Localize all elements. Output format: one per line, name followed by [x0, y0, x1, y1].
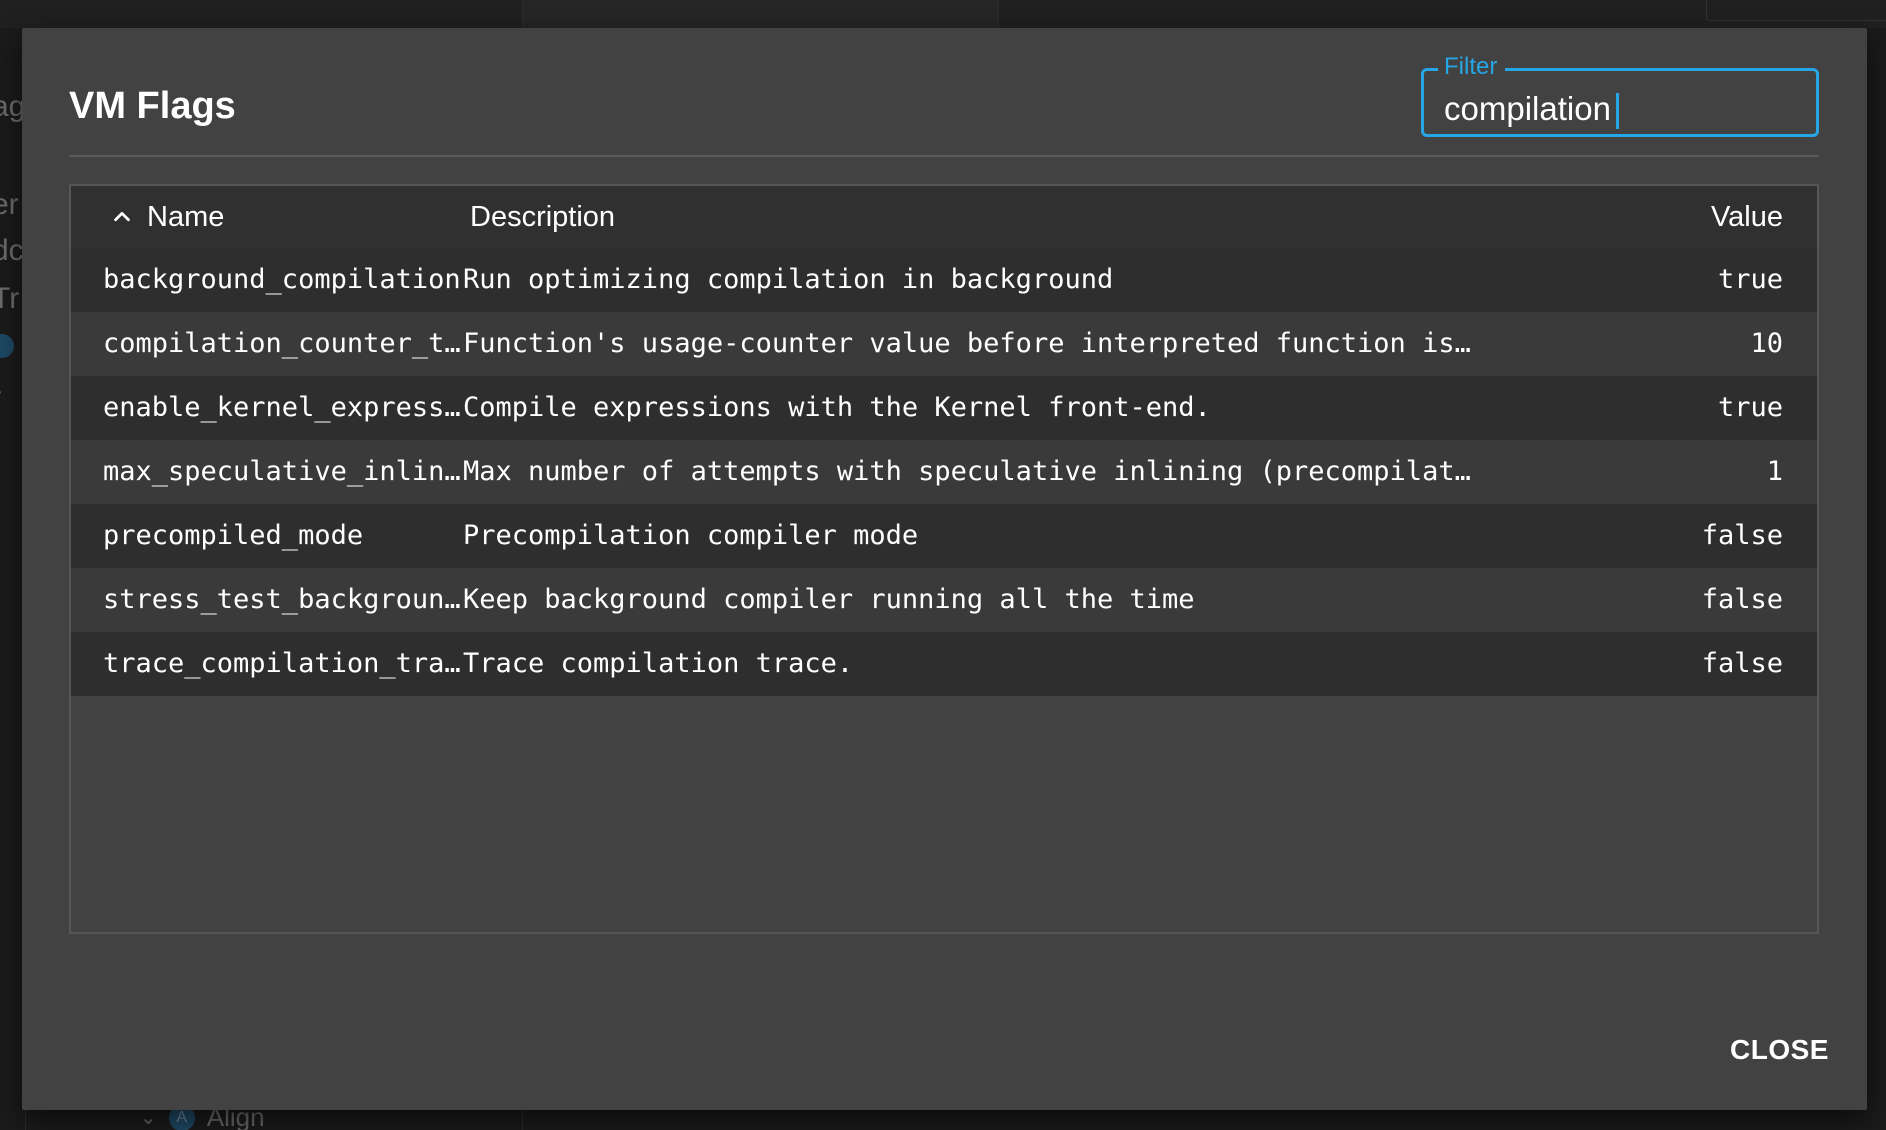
flag-name: compilation_counter_th…: [103, 328, 463, 359]
table-row[interactable]: background_compilation Run optimizing co…: [71, 248, 1817, 312]
background-sidebar-fragment: Tr: [0, 282, 20, 315]
flags-table: Name Description Value background_compil…: [69, 184, 1819, 934]
column-header-name[interactable]: Name: [111, 186, 224, 248]
title-divider: [69, 155, 1819, 157]
flag-value: true: [1717, 264, 1783, 295]
column-header-value[interactable]: Value: [1711, 186, 1783, 248]
flag-value: 1: [1766, 456, 1783, 487]
flag-name: precompiled_mode: [103, 520, 364, 551]
table-body: background_compilation Run optimizing co…: [71, 248, 1817, 696]
background-sidebar-fragment: er: [0, 188, 19, 221]
flag-name: trace_compilation_trace: [103, 648, 463, 679]
table-row[interactable]: compilation_counter_th… Function's usage…: [71, 312, 1817, 376]
background-sidebar-fragment: dc: [0, 234, 24, 267]
background-divider: [25, 1108, 26, 1130]
background-divider: [522, 1108, 523, 1130]
flag-value: 10: [1750, 328, 1783, 359]
flag-description: Trace compilation trace.: [463, 648, 854, 679]
sort-ascending-icon[interactable]: [111, 206, 133, 228]
close-button[interactable]: CLOSE: [1728, 1028, 1831, 1072]
table-header: Name Description Value: [71, 186, 1817, 248]
flag-name: stress_test_background…: [103, 584, 463, 615]
flag-value: false: [1701, 520, 1783, 551]
table-row[interactable]: enable_kernel_expressi… Compile expressi…: [71, 376, 1817, 440]
column-header-name-label: Name: [147, 201, 225, 233]
flag-name: max_speculative_inlini…: [103, 456, 463, 487]
flag-description: Precompilation compiler mode: [463, 520, 919, 551]
flag-description: Function's usage-counter value before in…: [463, 328, 1473, 359]
text-cursor: [1616, 93, 1619, 129]
table-row[interactable]: trace_compilation_trace Trace compilatio…: [71, 632, 1817, 696]
dialog-title: VM Flags: [69, 85, 236, 127]
flag-description: Keep background compiler running all the…: [463, 584, 1195, 615]
filter-input[interactable]: [1444, 89, 1804, 129]
background-sidebar-avatar: [0, 334, 14, 358]
vm-flags-dialog: VM Flags Filter Name Description Value b…: [22, 28, 1867, 1110]
filter-label: Filter: [1438, 53, 1506, 81]
flag-description: Run optimizing compilation in background: [463, 264, 1114, 295]
background-sidebar-fragment: -: [0, 376, 2, 406]
table-row[interactable]: max_speculative_inlini… Max number of at…: [71, 440, 1817, 504]
flag-value: false: [1701, 648, 1783, 679]
flag-value: true: [1717, 392, 1783, 423]
background-top-button: [1706, 0, 1886, 21]
table-row[interactable]: stress_test_background… Keep background …: [71, 568, 1817, 632]
flag-name: background_compilation: [103, 264, 461, 295]
filter-field[interactable]: Filter: [1421, 53, 1819, 137]
flag-description: Max number of attempts with speculative …: [463, 456, 1473, 487]
column-header-description[interactable]: Description: [470, 186, 615, 248]
table-row[interactable]: precompiled_mode Precompilation compiler…: [71, 504, 1817, 568]
flag-description: Compile expressions with the Kernel fron…: [463, 392, 1211, 423]
background-tab: [522, 0, 999, 28]
flag-name: enable_kernel_expressi…: [103, 392, 463, 423]
flag-value: false: [1701, 584, 1783, 615]
